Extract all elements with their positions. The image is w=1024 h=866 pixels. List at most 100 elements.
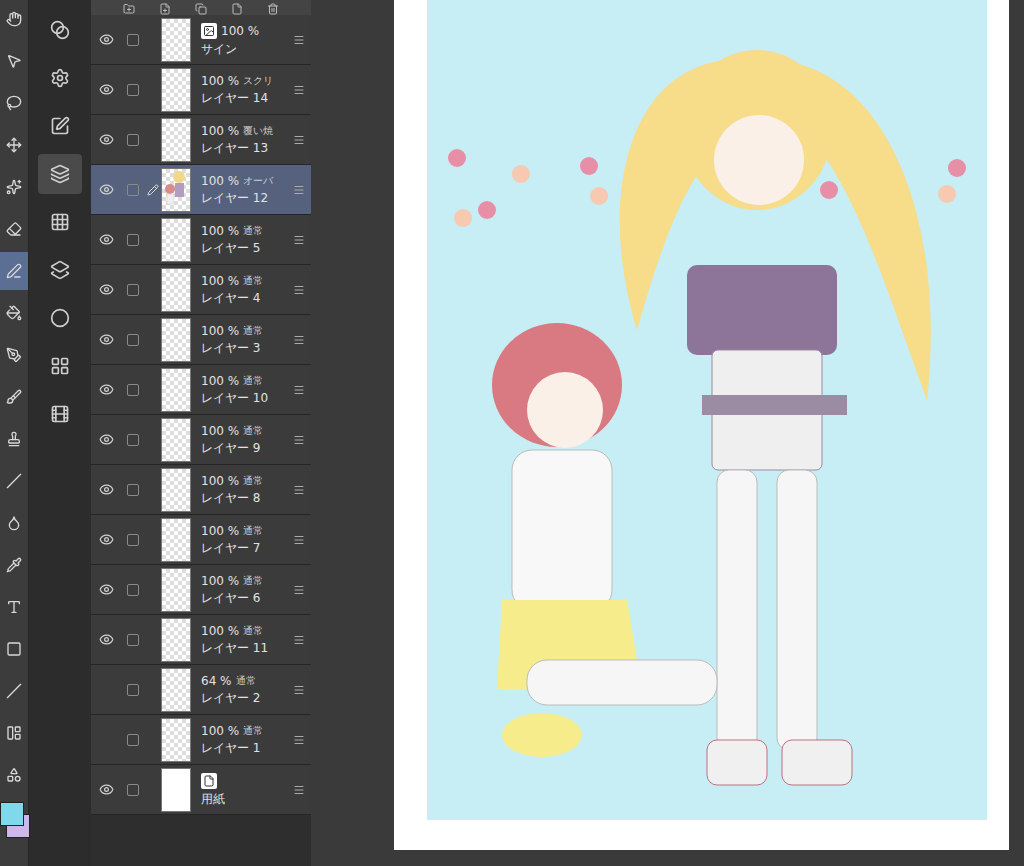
checkbox[interactable] xyxy=(127,434,139,446)
tool-button[interactable] xyxy=(0,42,28,80)
drag-handle[interactable] xyxy=(287,434,311,446)
tool-button[interactable] xyxy=(0,0,28,38)
tool-button[interactable] xyxy=(0,420,28,458)
visibility-toggle[interactable] xyxy=(91,282,121,297)
tool-button[interactable] xyxy=(0,714,28,752)
drag-handle[interactable] xyxy=(287,684,311,696)
layer-row[interactable]: 100 %通常レイヤー 8 xyxy=(91,465,311,515)
layer-check[interactable] xyxy=(121,184,145,196)
header-icon[interactable] xyxy=(267,3,279,15)
layer-check[interactable] xyxy=(121,334,145,346)
checkbox[interactable] xyxy=(127,34,139,46)
header-icon[interactable] xyxy=(123,3,135,15)
tool-button[interactable] xyxy=(0,588,28,626)
panel-button[interactable] xyxy=(38,250,82,290)
layer-row[interactable]: 100 %通常レイヤー 6 xyxy=(91,565,311,615)
visibility-toggle[interactable] xyxy=(91,582,121,597)
drag-handle[interactable] xyxy=(287,484,311,496)
checkbox[interactable] xyxy=(127,134,139,146)
layer-check[interactable] xyxy=(121,34,145,46)
layer-check[interactable] xyxy=(121,634,145,646)
layer-row[interactable]: 100 %通常レイヤー 11 xyxy=(91,615,311,665)
panel-button[interactable] xyxy=(38,154,82,194)
panel-button[interactable] xyxy=(38,346,82,386)
layer-check[interactable] xyxy=(121,384,145,396)
layer-check[interactable] xyxy=(121,784,145,796)
tool-button[interactable] xyxy=(0,756,28,794)
panel-button[interactable] xyxy=(38,10,82,50)
checkbox[interactable] xyxy=(127,734,139,746)
layer-check[interactable] xyxy=(121,734,145,746)
tool-button[interactable] xyxy=(0,294,28,332)
tool-button[interactable] xyxy=(0,378,28,416)
checkbox[interactable] xyxy=(127,534,139,546)
visibility-toggle[interactable] xyxy=(91,82,121,97)
layer-row[interactable]: 100 %オーバレイヤー 12 xyxy=(91,165,311,215)
tool-button[interactable] xyxy=(0,504,28,542)
drag-handle[interactable] xyxy=(287,184,311,196)
layer-row[interactable]: 100 %スクリレイヤー 14 xyxy=(91,65,311,115)
tool-button[interactable] xyxy=(0,126,28,164)
visibility-toggle[interactable] xyxy=(91,432,121,447)
visibility-toggle[interactable] xyxy=(91,132,121,147)
drag-handle[interactable] xyxy=(287,384,311,396)
visibility-toggle[interactable] xyxy=(91,782,121,797)
layer-row[interactable]: 100 %通常レイヤー 1 xyxy=(91,715,311,765)
visibility-toggle[interactable] xyxy=(91,32,121,47)
layer-check[interactable] xyxy=(121,534,145,546)
checkbox[interactable] xyxy=(127,484,139,496)
visibility-toggle[interactable] xyxy=(91,382,121,397)
layer-check[interactable] xyxy=(121,234,145,246)
layer-check[interactable] xyxy=(121,484,145,496)
layer-row[interactable]: 100 %通常レイヤー 10 xyxy=(91,365,311,415)
layer-check[interactable] xyxy=(121,584,145,596)
tool-button[interactable] xyxy=(0,546,28,584)
layer-check[interactable] xyxy=(121,134,145,146)
layer-row[interactable]: 100 %通常レイヤー 7 xyxy=(91,515,311,565)
tool-button[interactable] xyxy=(0,168,28,206)
drag-handle[interactable] xyxy=(287,634,311,646)
drag-handle[interactable] xyxy=(287,784,311,796)
panel-button[interactable] xyxy=(38,58,82,98)
layer-row[interactable]: 64 %通常レイヤー 2 xyxy=(91,665,311,715)
panel-button[interactable] xyxy=(38,106,82,146)
header-icon[interactable] xyxy=(231,3,243,15)
layer-row[interactable]: 100 %通常レイヤー 9 xyxy=(91,415,311,465)
checkbox[interactable] xyxy=(127,84,139,96)
tool-button[interactable] xyxy=(0,210,28,248)
layer-check[interactable] xyxy=(121,84,145,96)
layer-row[interactable]: 100 %サイン xyxy=(91,15,311,65)
panel-button[interactable] xyxy=(38,394,82,434)
tool-button[interactable] xyxy=(0,336,28,374)
layer-row[interactable]: 100 %通常レイヤー 5 xyxy=(91,215,311,265)
drag-handle[interactable] xyxy=(287,584,311,596)
tool-button[interactable] xyxy=(0,462,28,500)
checkbox[interactable] xyxy=(127,284,139,296)
layer-row[interactable]: 100 %覆い焼レイヤー 13 xyxy=(91,115,311,165)
layer-check[interactable] xyxy=(121,434,145,446)
color-swatch[interactable] xyxy=(0,802,24,826)
layer-row[interactable]: 用紙 xyxy=(91,765,311,815)
drag-handle[interactable] xyxy=(287,334,311,346)
checkbox[interactable] xyxy=(127,334,139,346)
checkbox[interactable] xyxy=(127,784,139,796)
visibility-toggle[interactable] xyxy=(91,632,121,647)
drag-handle[interactable] xyxy=(287,234,311,246)
checkbox[interactable] xyxy=(127,234,139,246)
drag-handle[interactable] xyxy=(287,134,311,146)
visibility-toggle[interactable] xyxy=(91,482,121,497)
checkbox[interactable] xyxy=(127,384,139,396)
panel-button[interactable] xyxy=(38,202,82,242)
checkbox[interactable] xyxy=(127,684,139,696)
drag-handle[interactable] xyxy=(287,84,311,96)
canvas-artwork[interactable] xyxy=(427,0,987,820)
header-icon[interactable] xyxy=(159,3,171,15)
checkbox[interactable] xyxy=(127,184,139,196)
drag-handle[interactable] xyxy=(287,534,311,546)
visibility-toggle[interactable] xyxy=(91,532,121,547)
tool-button[interactable] xyxy=(0,252,28,290)
visibility-toggle[interactable] xyxy=(91,182,121,197)
checkbox[interactable] xyxy=(127,584,139,596)
layer-check[interactable] xyxy=(121,684,145,696)
drag-handle[interactable] xyxy=(287,734,311,746)
